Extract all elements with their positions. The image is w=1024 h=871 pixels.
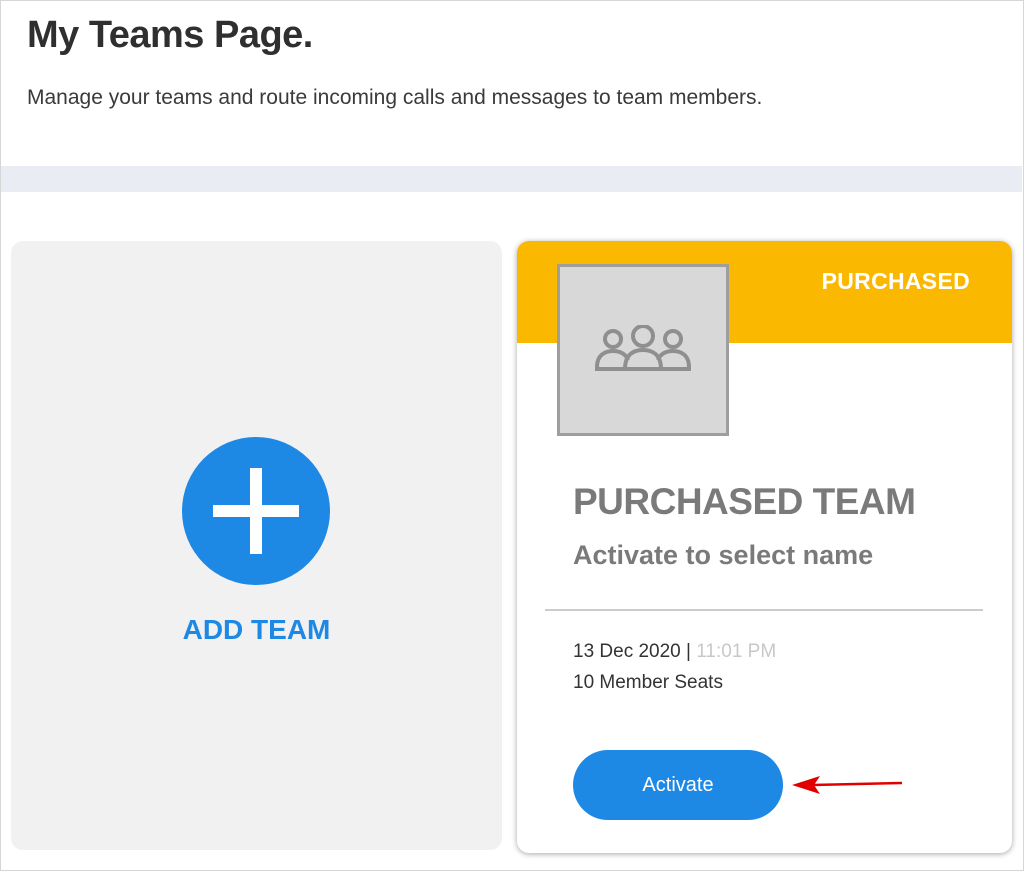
annotation-arrow-icon: [792, 776, 903, 794]
activate-button[interactable]: Activate: [573, 750, 783, 820]
purchase-date-value: 13 Dec 2020: [573, 641, 681, 662]
purchase-time: 11:01 PM: [696, 641, 777, 662]
team-avatar: [557, 264, 729, 436]
status-badge: PURCHASED: [821, 268, 970, 294]
member-seats: 10 Member Seats: [573, 672, 723, 693]
card-divider: [545, 609, 983, 611]
team-group-icon: [595, 325, 691, 371]
date-separator: |: [680, 641, 697, 662]
page-title: My Teams Page.: [27, 14, 313, 56]
purchased-team-card: PURCHASED PURCHASED TEAM Activate to sel…: [517, 241, 1012, 853]
section-divider: [1, 166, 1022, 192]
page-subtitle: Manage your teams and route incoming cal…: [27, 86, 763, 109]
add-team-label[interactable]: ADD TEAM: [11, 614, 502, 646]
add-team-card[interactable]: ADD TEAM: [11, 241, 502, 850]
team-name-hint: Activate to select name: [573, 540, 874, 570]
team-name: PURCHASED TEAM: [573, 481, 916, 522]
plus-icon[interactable]: [182, 437, 330, 585]
purchase-date: 13 Dec 2020 | 11:01 PM: [573, 641, 776, 663]
